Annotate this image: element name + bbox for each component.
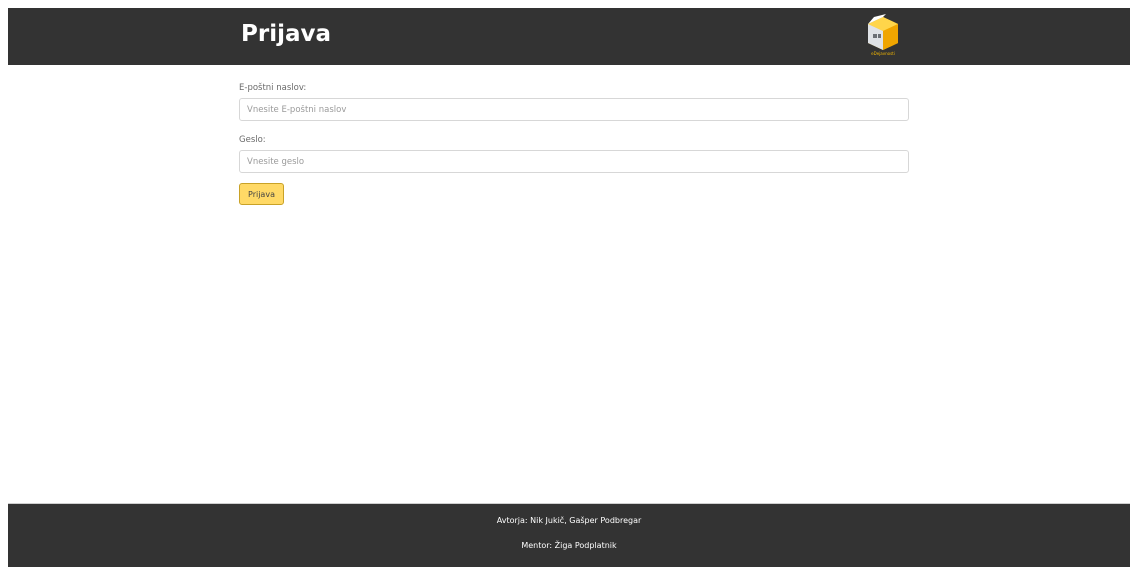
- footer-mentor: Mentor: Žiga Podplatnik: [521, 541, 617, 550]
- page: Prijava eDejavnosti E-poštni naslov: Ges…: [0, 0, 1130, 567]
- page-header: Prijava eDejavnosti: [8, 8, 1130, 65]
- password-label: Geslo:: [239, 135, 266, 145]
- page-title: Prijava: [241, 21, 332, 47]
- logo-text: eDejavnosti: [871, 51, 895, 56]
- logo-icon: [868, 14, 898, 50]
- login-button[interactable]: Prijava: [239, 183, 284, 205]
- email-label: E-poštni naslov:: [239, 83, 307, 93]
- email-field[interactable]: [239, 98, 909, 121]
- page-footer: Avtorja: Nik Jukič, Gašper Podbregar Men…: [8, 503, 1130, 567]
- password-field[interactable]: [239, 150, 909, 173]
- house-cube-logo: eDejavnosti: [860, 13, 906, 59]
- footer-authors: Avtorja: Nik Jukič, Gašper Podbregar: [496, 516, 642, 525]
